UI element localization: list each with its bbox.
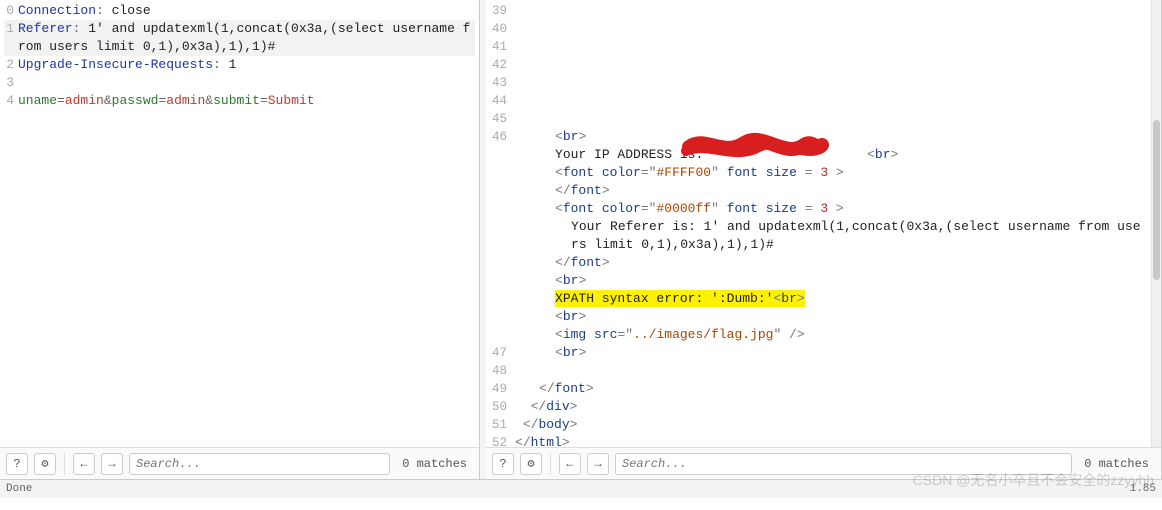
right-toolbar: ? ⚙ ← → 0 matches (486, 447, 1161, 479)
search-input[interactable] (615, 453, 1072, 475)
help-icon[interactable]: ? (492, 453, 514, 475)
code-line[interactable] (515, 2, 1147, 20)
code-line[interactable]: 4uname=admin&passwd=admin&submit=Submit (4, 92, 475, 110)
line-number: 52 (492, 434, 507, 447)
line-number (492, 164, 507, 182)
response-code-area[interactable]: 3940414243444546 474849505152 <br>Your I… (486, 0, 1161, 447)
match-count: 0 matches (1078, 457, 1155, 471)
request-code-area[interactable]: 0Connection: close1Referer: 1' and updat… (0, 0, 479, 447)
line-number: 0 (4, 2, 18, 20)
scrollbar[interactable] (1151, 0, 1161, 447)
line-number (492, 272, 507, 290)
scrollbar-thumb[interactable] (1153, 120, 1160, 280)
code-line[interactable]: </font> (515, 254, 1147, 272)
code-line[interactable]: <font color="#0000ff" font size = 3 > (515, 200, 1147, 218)
code-line[interactable]: <br> (515, 344, 1147, 362)
status-left: Done (6, 483, 32, 495)
code-line[interactable]: <font color="#FFFF00" font size = 3 > (515, 164, 1147, 182)
help-icon[interactable]: ? (6, 453, 28, 475)
match-count: 0 matches (396, 457, 473, 471)
code-line[interactable] (515, 56, 1147, 74)
line-number (492, 308, 507, 326)
code-line[interactable]: <br> (515, 272, 1147, 290)
code-line[interactable]: 0Connection: close (4, 2, 475, 20)
line-number: 51 (492, 416, 507, 434)
code-line[interactable]: Your Referer is: 1' and updatexml(1,conc… (515, 218, 1147, 254)
line-number: 4 (4, 92, 18, 110)
line-number: 49 (492, 380, 507, 398)
code-line[interactable]: 3 (4, 74, 475, 92)
line-number (492, 182, 507, 200)
line-number (492, 290, 507, 308)
code-line[interactable]: </body> (515, 416, 1147, 434)
code-line[interactable]: <br> (515, 308, 1147, 326)
status-right: 1.85 (1130, 483, 1156, 495)
split-panes: 0Connection: close1Referer: 1' and updat… (0, 0, 1162, 480)
line-number: 42 (492, 56, 507, 74)
code-line[interactable]: 2Upgrade-Insecure-Requests: 1 (4, 56, 475, 74)
line-number (492, 146, 507, 164)
code-line[interactable] (515, 38, 1147, 56)
code-line[interactable]: <br> (515, 128, 1147, 146)
code-line[interactable] (515, 92, 1147, 110)
error-highlight: XPATH syntax error: ':Dumb:'<br> (555, 290, 805, 307)
line-number: 50 (492, 398, 507, 416)
code-line[interactable]: </font> (515, 182, 1147, 200)
line-number (492, 254, 507, 272)
line-number: 45 (492, 110, 507, 128)
request-pane: 0Connection: close1Referer: 1' and updat… (0, 0, 480, 479)
code-line[interactable] (515, 74, 1147, 92)
code-line[interactable] (515, 20, 1147, 38)
line-number: 3 (4, 74, 18, 92)
line-number (492, 326, 507, 344)
next-match-button[interactable]: → (587, 453, 609, 475)
line-number: 1 (4, 20, 18, 56)
line-number: 39 (492, 2, 507, 20)
line-number (492, 236, 507, 254)
prev-match-button[interactable]: ← (73, 453, 95, 475)
line-number: 47 (492, 344, 507, 362)
code-line[interactable]: 1Referer: 1' and updatexml(1,concat(0x3a… (4, 20, 475, 56)
status-bar: Done 1.85 (0, 480, 1162, 498)
left-toolbar: ? ⚙ ← → 0 matches (0, 447, 479, 479)
search-input[interactable] (129, 453, 390, 475)
line-number: 2 (4, 56, 18, 74)
code-line[interactable] (515, 110, 1147, 128)
prev-match-button[interactable]: ← (559, 453, 581, 475)
code-line[interactable]: </font> (515, 380, 1147, 398)
gear-icon[interactable]: ⚙ (520, 453, 542, 475)
code-line[interactable]: <img src="../images/flag.jpg" /> (515, 326, 1147, 344)
code-line[interactable]: Your IP ADDRESS is: <br> (515, 146, 1147, 164)
line-number: 41 (492, 38, 507, 56)
code-line[interactable] (515, 362, 1147, 380)
next-match-button[interactable]: → (101, 453, 123, 475)
line-number: 40 (492, 20, 507, 38)
line-number (492, 218, 507, 236)
line-number: 48 (492, 362, 507, 380)
code-line[interactable]: XPATH syntax error: ':Dumb:'<br> (515, 290, 1147, 308)
line-number: 43 (492, 74, 507, 92)
code-line[interactable]: </html> (515, 434, 1147, 447)
line-number: 46 (492, 128, 507, 146)
gear-icon[interactable]: ⚙ (34, 453, 56, 475)
line-number (492, 200, 507, 218)
line-number: 44 (492, 92, 507, 110)
code-line[interactable]: </div> (515, 398, 1147, 416)
response-pane: 3940414243444546 474849505152 <br>Your I… (486, 0, 1162, 479)
